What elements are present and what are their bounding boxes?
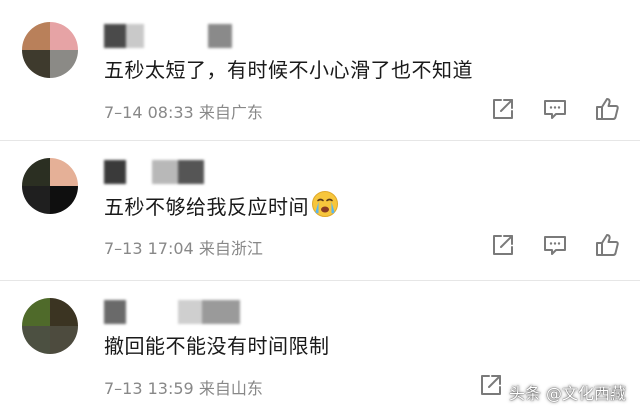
share-icon[interactable] bbox=[490, 96, 516, 122]
like-icon[interactable] bbox=[594, 232, 620, 258]
comment-icon[interactable] bbox=[542, 232, 568, 258]
comment-meta: 7–13 17:04 来自浙江 bbox=[104, 235, 263, 259]
username-blurred[interactable] bbox=[104, 160, 204, 184]
comment-time: 7–13 13:59 bbox=[104, 379, 194, 398]
avatar-tile bbox=[50, 50, 78, 78]
avatar-tile bbox=[50, 22, 78, 50]
comment-text: 撤回能不能没有时间限制 bbox=[104, 334, 330, 358]
divider bbox=[0, 140, 640, 141]
username-blurred[interactable] bbox=[104, 24, 232, 48]
avatar-tile bbox=[22, 158, 50, 186]
divider bbox=[0, 280, 640, 281]
avatar-tile bbox=[50, 186, 78, 214]
avatar[interactable] bbox=[22, 298, 78, 354]
crying-face-emoji bbox=[312, 191, 338, 217]
comment-text: 五秒太短了，有时候不小心滑了也不知道 bbox=[104, 58, 473, 82]
avatar-tile bbox=[22, 326, 50, 354]
comment-meta: 7–13 13:59 来自山东 bbox=[104, 375, 263, 399]
share-icon[interactable] bbox=[478, 372, 504, 398]
comment-text: 五秒不够给我反应时间 bbox=[104, 190, 339, 220]
comment-location: 来自广东 bbox=[198, 103, 263, 122]
avatar-tile bbox=[22, 186, 50, 214]
comment-meta: 7–14 08:33 来自广东 bbox=[104, 99, 263, 123]
comment-icon[interactable] bbox=[542, 96, 568, 122]
username-blurred[interactable] bbox=[104, 300, 240, 324]
avatar-tile bbox=[22, 298, 50, 326]
watermark: 头条 @文化西藏 bbox=[508, 384, 626, 403]
share-icon[interactable] bbox=[490, 232, 516, 258]
avatar[interactable] bbox=[22, 158, 78, 214]
comment-time: 7–14 08:33 bbox=[104, 103, 194, 122]
avatar-tile bbox=[50, 326, 78, 354]
avatar-tile bbox=[50, 158, 78, 186]
comment-text-content: 五秒不够给我反应时间 bbox=[104, 195, 309, 219]
comment-location: 来自浙江 bbox=[198, 239, 263, 258]
avatar[interactable] bbox=[22, 22, 78, 78]
comment-location: 来自山东 bbox=[198, 379, 263, 398]
avatar-tile bbox=[50, 298, 78, 326]
avatar-tile bbox=[22, 50, 50, 78]
avatar-tile bbox=[22, 22, 50, 50]
like-icon[interactable] bbox=[594, 96, 620, 122]
comment-time: 7–13 17:04 bbox=[104, 239, 194, 258]
